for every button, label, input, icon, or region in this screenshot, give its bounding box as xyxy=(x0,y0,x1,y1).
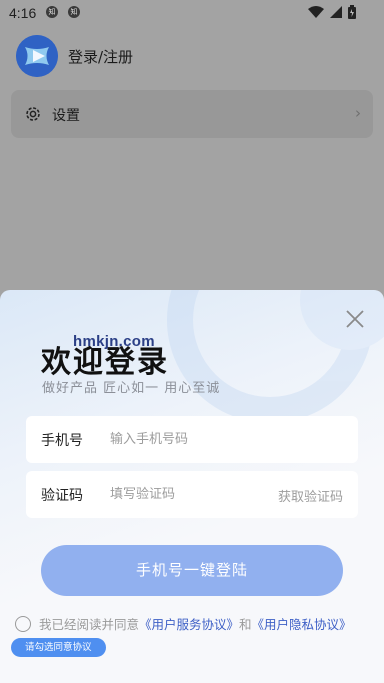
agreement-checkbox[interactable] xyxy=(15,615,31,632)
close-icon[interactable] xyxy=(344,308,366,330)
verification-code-field: 验证码 获取验证码 xyxy=(26,471,358,518)
chevron-right-icon: › xyxy=(355,104,361,122)
privacy-agreement-link[interactable]: 《用户隐私协议》 xyxy=(252,614,352,633)
avatar[interactable] xyxy=(16,35,58,77)
settings-label: 设置 xyxy=(52,108,80,124)
phone-label: 手机号 xyxy=(41,433,83,449)
signal-icon xyxy=(330,6,342,18)
slogan-text: 做好产品 匠心如一 用心至诚 xyxy=(42,381,221,396)
phone-field: 手机号 xyxy=(26,416,358,463)
gear-icon xyxy=(26,107,40,121)
status-time: 4:16 xyxy=(9,5,37,21)
watermark-text: hmkjn.com xyxy=(73,333,155,350)
get-code-button[interactable]: 获取验证码 xyxy=(278,486,343,505)
agreement-prefix: 我已经阅读并同意 xyxy=(39,617,140,632)
login-bottom-sheet: 欢迎登录 hmkjn.com 做好产品 匠心如一 用心至诚 手机号 验证码 获取… xyxy=(0,290,384,683)
battery-icon xyxy=(348,5,356,19)
wifi-icon xyxy=(308,6,324,18)
code-label: 验证码 xyxy=(41,488,83,504)
notification-icon: 知 xyxy=(46,6,58,18)
settings-item[interactable]: 设置 › xyxy=(11,90,373,138)
app-logo-icon xyxy=(16,35,58,77)
verification-code-input[interactable] xyxy=(110,482,270,506)
service-agreement-link[interactable]: 《用户服务协议》 xyxy=(139,614,239,633)
agreement-row: 我已经阅读并同意 《用户服务协议》 和 《用户隐私协议》 xyxy=(15,614,352,633)
agreement-toast: 请勾选同意协议 xyxy=(11,638,106,657)
phone-input[interactable] xyxy=(110,427,270,451)
notification-icon: 知 xyxy=(68,6,80,18)
agreement-conjunction: 和 xyxy=(239,617,252,632)
one-click-login-button[interactable]: 手机号一键登陆 xyxy=(41,545,343,596)
profile-header[interactable]: 登录/注册 xyxy=(16,34,133,78)
login-register-link[interactable]: 登录/注册 xyxy=(68,46,133,67)
status-bar: 4:16 知 知 xyxy=(0,0,384,26)
